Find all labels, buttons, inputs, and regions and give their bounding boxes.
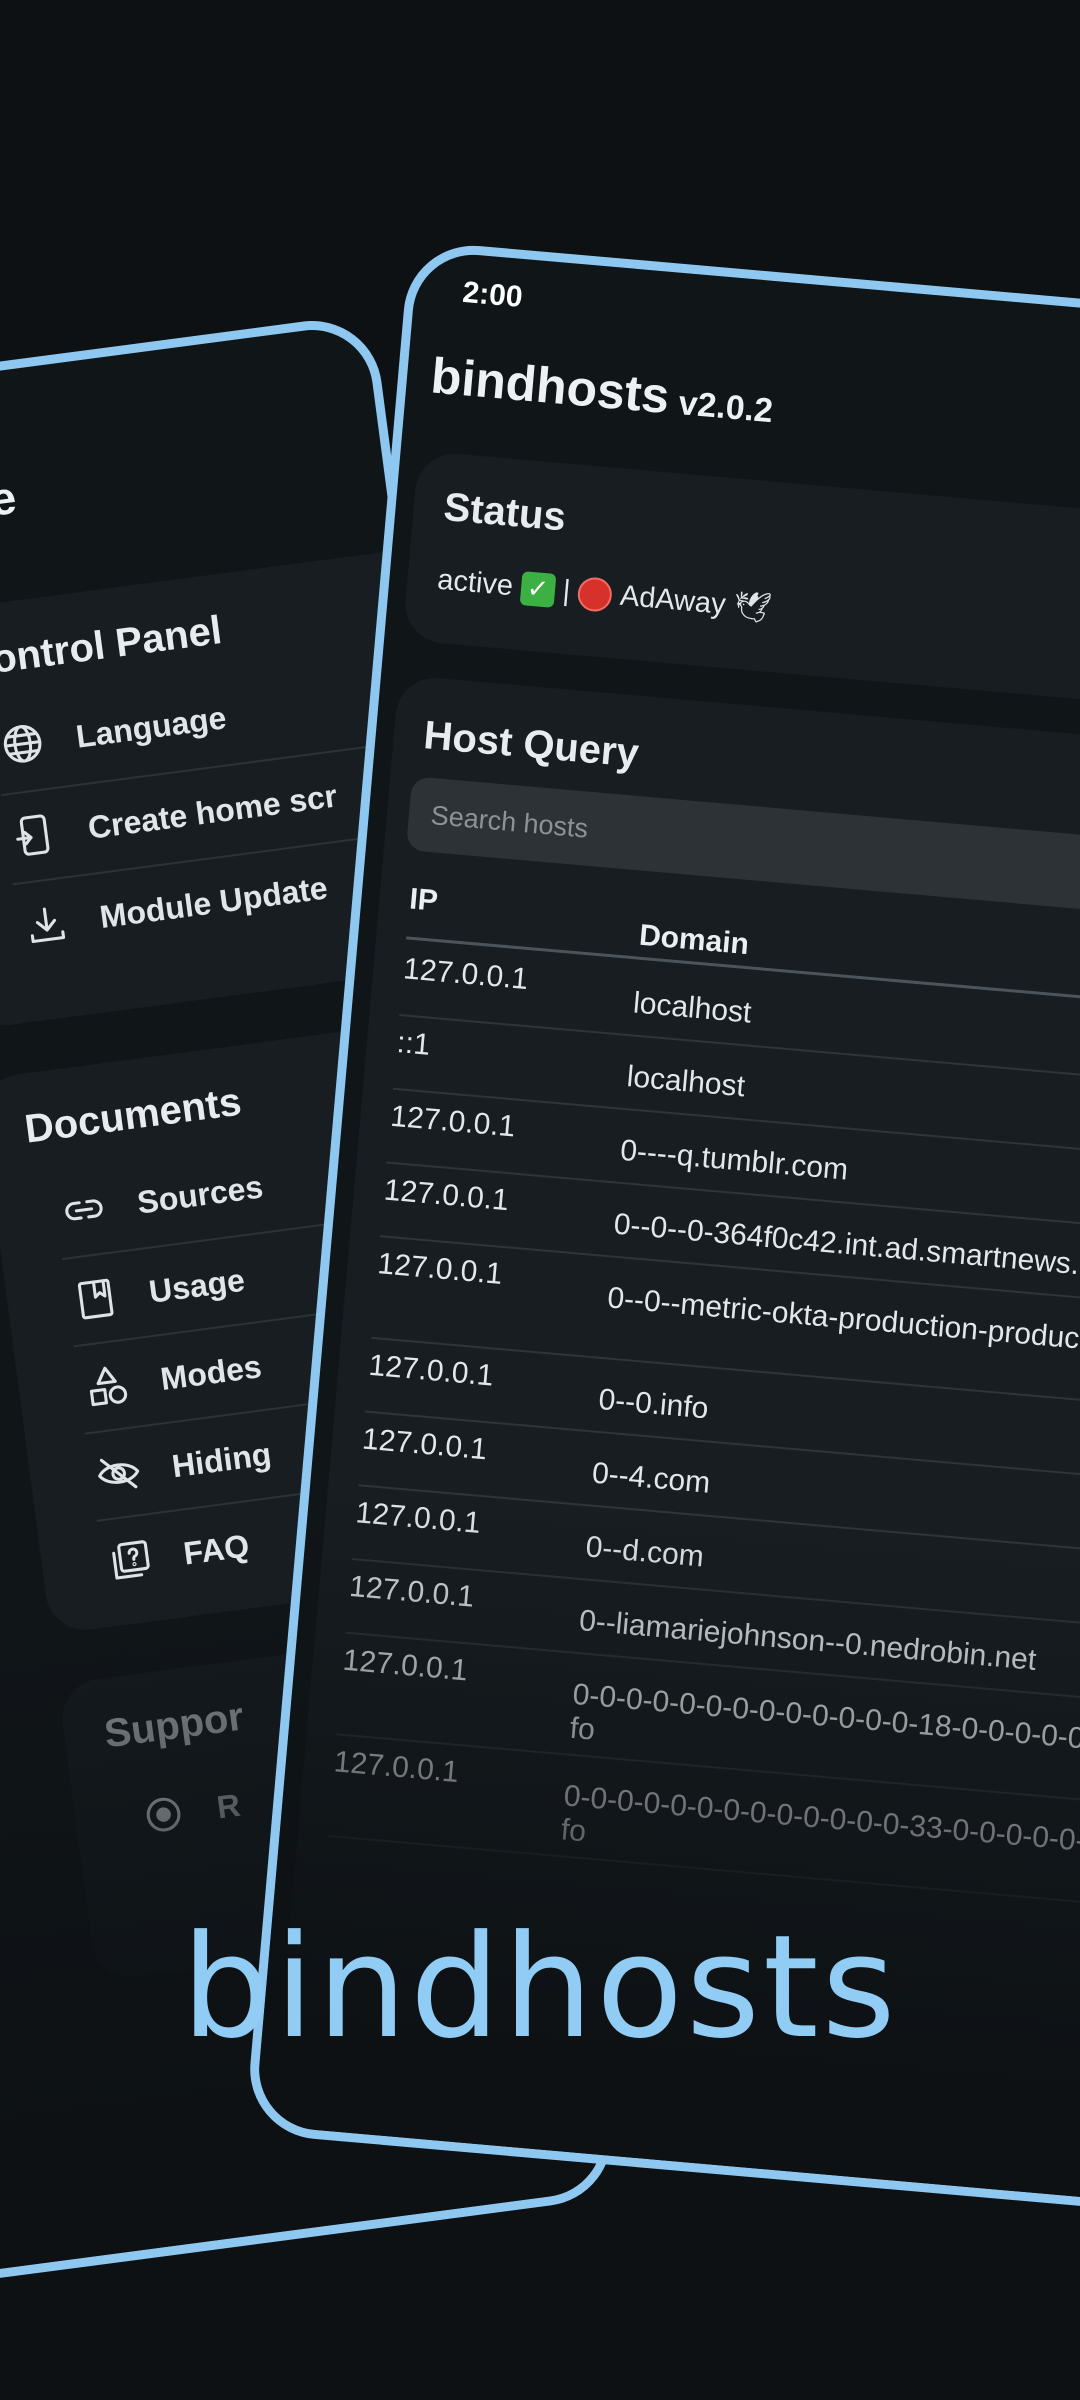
host-ip: ::1 [395,1025,432,1062]
eye-off-icon [87,1442,150,1505]
globe-icon [0,712,54,775]
host-ip: 127.0.0.1 [402,952,530,997]
status-bar-time: 2:00 [461,275,524,314]
host-query-title: Host Query [421,713,641,776]
column-header-ip: IP [408,882,440,918]
status-state: active [436,563,515,603]
host-ip: 127.0.0.1 [389,1099,517,1144]
doc-item-label: Hiding [169,1435,274,1484]
book-icon [64,1268,127,1331]
app-name: bindhosts [428,347,672,425]
dove-icon: 🕊 [732,589,773,626]
app-title: bindhosts v2.0.2 [429,346,776,434]
menu-item-label: Language [73,698,229,755]
radio-icon [132,1783,195,1846]
app-version: v2.0.2 [677,384,775,431]
status-source: AdAway [618,579,727,621]
stop-sign-icon [576,575,614,613]
support-title: Suppor [101,1694,247,1757]
control-panel-title: Control Panel [0,608,225,686]
host-ip: 127.0.0.1 [382,1173,511,1218]
doc-item-label: FAQ [181,1526,252,1572]
documents-title: Documents [22,1079,244,1152]
menu-item-label: Module Update [97,868,330,935]
column-header-domain: Domain [637,918,751,962]
doc-item-label: Usage [146,1261,247,1310]
hosts-table-body: 127.0.0.1 localhost::1 localhost 127.0.0.1 0… [327,942,1080,1923]
host-ip: 127.0.0.1 [332,1745,461,1790]
status-line: active ✓ | AdAway 🕊 [436,563,773,627]
shapes-icon [76,1355,139,1418]
host-ip: 127.0.0.1 [376,1247,504,1291]
back-page-title: re [0,470,20,529]
host-ip: 127.0.0.1 [360,1422,489,1467]
doc-item-label: Modes [158,1347,264,1397]
check-icon: ✓ [519,570,557,608]
brand-wordmark: bindhosts [181,1905,899,2070]
status-separator: | [561,574,572,608]
host-ip: 127.0.0.1 [341,1643,470,1688]
menu-item-label: Create home scr [85,776,340,846]
help-icon [99,1529,162,1592]
host-ip: 127.0.0.1 [367,1348,495,1393]
add-to-home-icon [3,804,66,867]
download-icon [15,893,78,956]
host-ip: 127.0.0.1 [354,1496,482,1540]
doc-item-label: Sources [135,1167,265,1221]
link-icon [53,1178,116,1241]
support-item-label: R [214,1786,243,1825]
status-title: Status [441,485,568,540]
host-ip: 127.0.0.1 [347,1569,476,1614]
promo-stage: re Control Panel Language Create home sc… [0,0,1080,2400]
host-domain: 0-0-0-0-0-0-0-0-0-0-0-0-0-33-0-0-0-0-0-0… [559,1779,1080,1879]
